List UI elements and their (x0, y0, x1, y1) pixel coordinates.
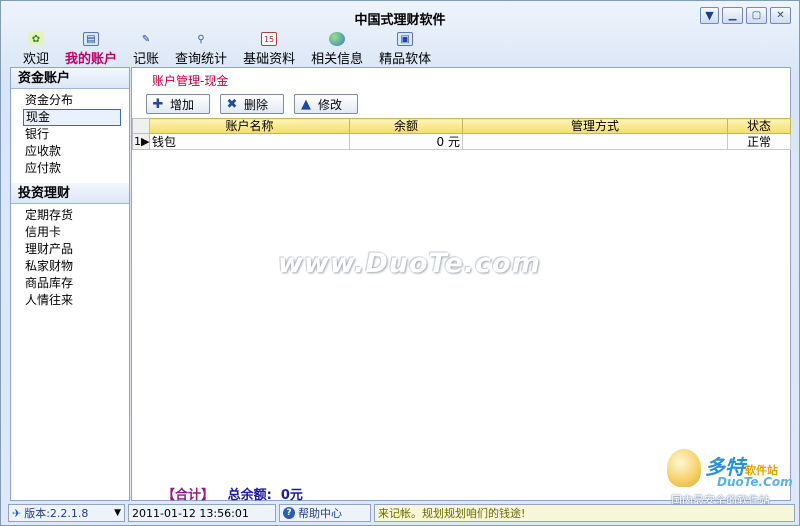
sidebar-funds-list: 资金分布 现金 银行 应收款 应付款 (11, 89, 129, 183)
help-label: 帮助中心 (298, 507, 342, 520)
sidebar: 资金账户 资金分布 现金 银行 应收款 应付款 投资理财 定期存货 信用卡 理财… (10, 67, 130, 501)
pen-icon: ✎ (141, 33, 151, 45)
plus-icon: ✚ (152, 96, 164, 112)
column-header-balance[interactable]: 余额 (349, 118, 463, 134)
sidebar-item-receivable[interactable]: 应收款 (11, 143, 121, 160)
version-text: 版本:2.2.1.8 (24, 507, 89, 520)
sidebar-item-cash[interactable]: 现金 (23, 109, 121, 126)
main-toolbar: ✿ 欢迎 ▤ 我的账户 ✎ 记账 ⚲ 查询统计 15 基础资料 相关信息 ▣ 精… (15, 31, 439, 67)
row-index: 1 (134, 134, 141, 148)
table-header-row: 账户名称 余额 管理方式 状态 (132, 118, 791, 134)
brand-watermark: 多特软件站 DuoTe.Com 国内最安全的软件站 (665, 447, 797, 507)
delete-button-label: 删除 (244, 97, 269, 112)
sidebar-item-fixed-deposit[interactable]: 定期存货 (11, 207, 121, 224)
tool-basic-data[interactable]: 15 基础资料 (235, 31, 303, 67)
sidebar-header-invest: 投资理财 (11, 183, 129, 204)
tool-query-stats[interactable]: ⚲ 查询统计 (167, 31, 235, 68)
status-bar: ✈ 版本:2.2.1.8 ▼ 2011-01-12 13:56:01 ? 帮助中… (1, 501, 799, 525)
sidebar-item-credit-card[interactable]: 信用卡 (11, 224, 121, 241)
sidebar-item-social-gifts[interactable]: 人情往来 (11, 292, 121, 309)
triangle-up-icon: ▲ (301, 96, 311, 112)
tool-my-account[interactable]: ▤ 我的账户 (57, 31, 125, 67)
sidebar-item-inventory[interactable]: 商品库存 (11, 275, 121, 292)
edit-button-label: 修改 (318, 97, 343, 112)
status-message: 来记帐。规划规划咱们的钱途! (374, 504, 795, 522)
breadcrumb: 账户管理-现金 (152, 74, 229, 88)
app-window: 中国式理财软件 ▼ ▁ ▢ ✕ ✿ 欢迎 ▤ 我的账户 ✎ 记账 ⚲ 查询统计 … (0, 0, 800, 526)
row-indicator[interactable]: 1▶ (132, 133, 150, 150)
row-header-corner (132, 118, 150, 134)
table-row[interactable]: 1▶ 钱包 0 元 正常 (132, 133, 791, 150)
tool-welcome[interactable]: ✿ 欢迎 (15, 31, 57, 67)
column-header-status[interactable]: 状态 (727, 118, 791, 134)
minimize-button[interactable]: ▁ (722, 7, 743, 24)
column-header-method[interactable]: 管理方式 (462, 118, 728, 134)
chevron-down-icon: ▼ (114, 508, 121, 518)
account-icon: ▤ (83, 32, 100, 46)
maximize-icon: ▢ (751, 10, 762, 21)
cell-balance[interactable]: 0 元 (349, 133, 463, 150)
tool-label: 基础资料 (243, 52, 296, 67)
title-bar: 中国式理财软件 ▼ ▁ ▢ ✕ (1, 1, 799, 31)
delete-x-icon: ✖ (226, 96, 238, 112)
sidebar-header-funds: 资金账户 (11, 68, 129, 89)
cell-method[interactable] (462, 133, 728, 150)
column-header-name[interactable]: 账户名称 (149, 118, 350, 134)
sidebar-invest-list: 定期存货 信用卡 理财产品 私家财物 商品库存 人情往来 (11, 204, 129, 315)
tool-featured-software[interactable]: ▣ 精品软体 (371, 31, 439, 67)
action-buttons: ✚ 增加 ✖ 删除 ▲ 修改 (146, 94, 358, 114)
minimize-icon: ▁ (728, 10, 737, 21)
help-icon: ? (283, 507, 295, 519)
tool-label: 我的账户 (65, 52, 118, 67)
sidebar-item-bank[interactable]: 银行 (11, 126, 121, 143)
tool-label: 相关信息 (311, 52, 364, 67)
sidebar-item-payable[interactable]: 应付款 (11, 160, 121, 177)
edit-button[interactable]: ▲ 修改 (294, 94, 358, 114)
add-button-label: 增加 (170, 97, 195, 112)
cell-status[interactable]: 正常 (727, 133, 791, 150)
close-button[interactable]: ✕ (770, 7, 791, 24)
magnifier-icon: ⚲ (197, 33, 205, 45)
delete-button[interactable]: ✖ 删除 (220, 94, 284, 114)
dropdown-button[interactable]: ▼ (700, 7, 719, 24)
tool-label: 查询统计 (175, 52, 228, 67)
window-title: 中国式理财软件 (354, 13, 446, 28)
tool-label: 精品软体 (379, 52, 432, 67)
chevron-down-icon: ▼ (705, 9, 714, 22)
watermark: www.DuoTe.com (278, 248, 541, 279)
sidebar-item-private-assets[interactable]: 私家财物 (11, 258, 121, 275)
tool-related-info[interactable]: 相关信息 (303, 31, 371, 67)
sidebar-item-fund-distribution[interactable]: 资金分布 (11, 92, 121, 109)
row-pointer-icon: ▶ (141, 134, 150, 148)
help-center-link[interactable]: ? 帮助中心 (279, 504, 371, 522)
cell-name[interactable]: 钱包 (149, 133, 350, 150)
sidebar-item-wealth-products[interactable]: 理财产品 (11, 241, 121, 258)
brand-site: DuoTe.Com (717, 475, 793, 489)
close-icon: ✕ (776, 10, 785, 21)
globe-icon (329, 32, 346, 46)
mascot-logo (667, 449, 701, 487)
welcome-icon: ✿ (28, 32, 44, 46)
main-panel: 账户管理-现金 ✚ 增加 ✖ 删除 ▲ 修改 账户名称 余额 管理方式 状态 1… (131, 67, 791, 503)
tool-bookkeeping[interactable]: ✎ 记账 (125, 31, 167, 68)
accounts-table: 账户名称 余额 管理方式 状态 1▶ 钱包 0 元 正常 (132, 118, 791, 150)
window-controls: ▼ ▁ ▢ ✕ (700, 7, 791, 24)
maximize-button[interactable]: ▢ (746, 7, 767, 24)
window-icon: ▣ (397, 32, 414, 46)
tool-label: 记账 (133, 52, 160, 67)
add-button[interactable]: ✚ 增加 (146, 94, 210, 114)
pin-icon: ✈ (12, 506, 22, 520)
calendar-icon: 15 (261, 32, 278, 46)
datetime-display: 2011-01-12 13:56:01 (128, 504, 276, 522)
version-select[interactable]: ✈ 版本:2.2.1.8 ▼ (8, 504, 125, 522)
tool-label: 欢迎 (23, 52, 50, 67)
